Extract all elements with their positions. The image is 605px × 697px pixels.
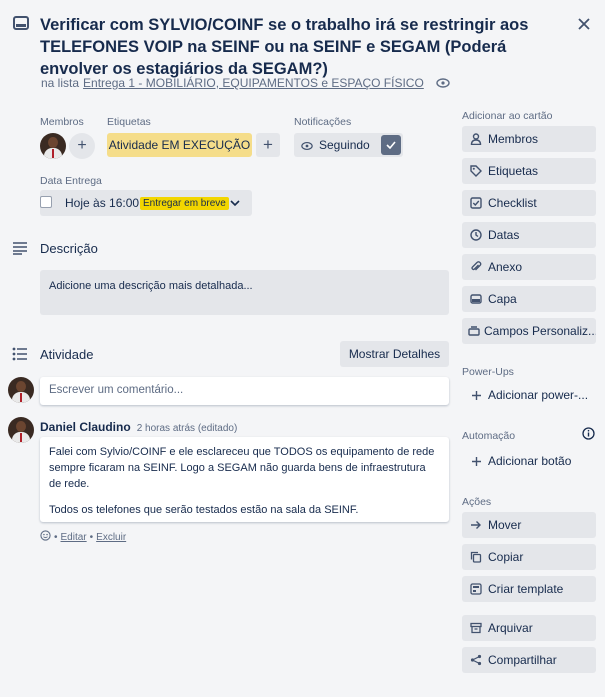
sidebar-dates-button[interactable]: Datas (462, 222, 596, 248)
comment-input[interactable]: Escrever um comentário... (40, 377, 449, 405)
follow-label: Seguindo (319, 138, 370, 152)
avatar (8, 377, 34, 403)
custom-fields-icon (468, 323, 480, 339)
arrow-right-icon (468, 517, 484, 533)
emoji-reaction-icon[interactable] (40, 530, 51, 544)
comment-body: Falei com Sylvio/COINF e ele esclareceu … (40, 437, 449, 522)
due-checkbox[interactable] (40, 196, 52, 208)
paperclip-icon (468, 259, 484, 275)
clock-icon (468, 227, 484, 243)
eye-icon (436, 78, 450, 88)
share-label: Compartilhar (488, 653, 557, 667)
copy-icon (468, 549, 484, 565)
card-icon (12, 14, 30, 32)
archive-button[interactable]: Arquivar (462, 615, 596, 641)
plus-icon (468, 453, 484, 469)
card-title[interactable]: Verificar com SYLVIO/COINF se o trabalho… (40, 14, 560, 80)
checkbox-icon (468, 195, 484, 211)
show-details-button[interactable]: Mostrar Detalhes (340, 341, 449, 367)
archive-icon (468, 620, 484, 636)
due-value: Hoje às 16:00 (65, 196, 140, 210)
avatar (8, 417, 34, 443)
list-location: na lista Entrega 1 - MOBILIÁRIO, EQUIPAM… (41, 76, 450, 90)
follow-button[interactable]: Seguindo (294, 133, 403, 157)
comment-author[interactable]: Daniel Claudino (40, 420, 131, 434)
create-template-label: Criar template (488, 582, 564, 596)
sidebar-members-label: Membros (488, 132, 539, 146)
create-template-button[interactable]: Criar template (462, 576, 596, 602)
due-soon-badge: Entregar em breve (140, 197, 229, 210)
sidebar-checklist-button[interactable]: Checklist (462, 190, 596, 216)
comment-time[interactable]: 2 horas atrás (editado) (137, 423, 238, 434)
add-powerup-label: Adicionar power-... (488, 388, 589, 402)
template-icon (468, 581, 484, 597)
add-automation-button[interactable]: Adicionar botão (462, 448, 596, 474)
copy-label: Copiar (488, 550, 524, 564)
description-input[interactable]: Adicione uma descrição mais detalhada... (40, 270, 449, 315)
notifications-label: Notificações (294, 116, 352, 128)
sidebar-checklist-label: Checklist (488, 196, 537, 210)
add-powerup-button[interactable]: Adicionar power-... (462, 382, 596, 408)
chevron-down-icon (230, 197, 240, 211)
tag-icon (468, 163, 484, 179)
list-link[interactable]: Entrega 1 - MOBILIÁRIO, EQUIPAMENTOS e E… (83, 76, 424, 90)
activity-heading: Atividade (40, 347, 94, 362)
eye-icon (301, 140, 313, 154)
close-icon[interactable] (572, 12, 596, 36)
move-label: Mover (488, 518, 522, 532)
automation-heading: Automação (462, 430, 516, 442)
add-label-button[interactable]: + (256, 133, 280, 157)
due-date-button[interactable]: Hoje às 16:00 Entregar em breve (40, 190, 252, 216)
plus-icon (468, 387, 484, 403)
sidebar-custom-fields-button[interactable]: Campos Personaliz... (462, 318, 596, 344)
sidebar-dates-label: Datas (488, 228, 520, 242)
sidebar-attachment-label: Anexo (488, 260, 523, 274)
edit-comment-link[interactable]: Editar (61, 532, 87, 543)
members-label: Membros (40, 116, 84, 128)
separator-dot: • (54, 531, 58, 543)
add-member-button[interactable]: + (69, 133, 95, 159)
person-icon (468, 131, 484, 147)
sidebar-cover-button[interactable]: Capa (462, 286, 596, 312)
share-button[interactable]: Compartilhar (462, 647, 596, 673)
archive-label: Arquivar (488, 621, 533, 635)
description-icon (12, 241, 28, 260)
separator-dot: • (89, 531, 94, 543)
sidebar-members-button[interactable]: Membros (462, 126, 596, 152)
check-icon (381, 135, 401, 155)
move-button[interactable]: Mover (462, 512, 596, 538)
sidebar-labels-label: Etiquetas (488, 164, 539, 178)
copy-button[interactable]: Copiar (462, 544, 596, 570)
description-heading: Descrição (40, 241, 98, 256)
delete-comment-link[interactable]: Excluir (96, 532, 126, 543)
comment-actions: • Editar • Excluir (40, 530, 126, 544)
activity-icon (12, 347, 28, 366)
card-cover-icon (468, 291, 484, 307)
due-label: Data Entrega (40, 175, 102, 187)
powerups-heading: Power-Ups (462, 366, 514, 378)
info-icon[interactable] (582, 427, 595, 445)
sidebar-attachment-button[interactable]: Anexo (462, 254, 596, 280)
label-chip[interactable]: Atividade EM EXECUÇÃO (107, 133, 252, 157)
share-icon (468, 652, 484, 668)
add-automation-label: Adicionar botão (488, 454, 572, 468)
list-prefix: na lista (41, 76, 80, 90)
sidebar-labels-button[interactable]: Etiquetas (462, 158, 596, 184)
avatar[interactable] (40, 133, 66, 159)
comment-author-line: Daniel Claudino 2 horas atrás (editado) (40, 420, 237, 434)
sidebar-custom-fields-label: Campos Personaliz... (484, 324, 596, 338)
sidebar-cover-label: Capa (488, 292, 517, 306)
comment-paragraph: Todos os telefones que serão testados es… (49, 504, 359, 516)
actions-heading: Ações (462, 496, 492, 508)
comment-paragraph: Falei com Sylvio/COINF e ele esclareceu … (49, 446, 435, 490)
add-to-card-heading: Adicionar ao cartão (462, 110, 553, 122)
labels-label: Etiquetas (107, 116, 151, 128)
